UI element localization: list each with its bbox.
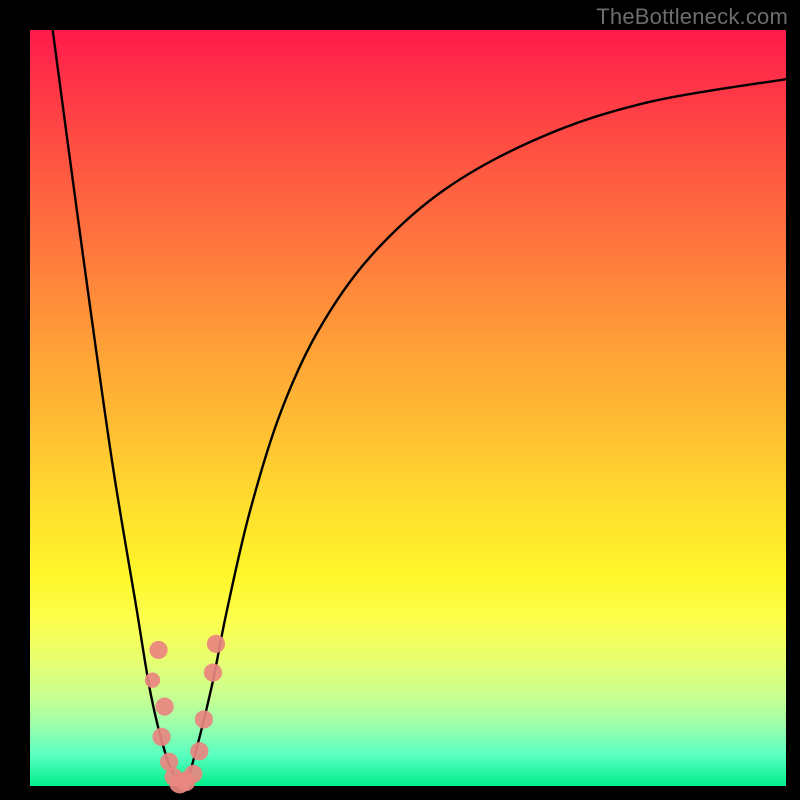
plot-area — [30, 30, 786, 786]
chart-frame: TheBottleneck.com — [0, 0, 800, 800]
data-marker — [204, 664, 222, 682]
data-marker — [149, 641, 167, 659]
bottleneck-curve-path — [53, 30, 786, 784]
data-marker — [152, 728, 170, 746]
chart-svg — [30, 30, 786, 786]
data-marker — [155, 698, 173, 716]
marker-group — [145, 635, 225, 794]
data-marker — [207, 635, 225, 653]
data-marker — [190, 742, 208, 760]
data-marker — [145, 672, 160, 687]
data-marker — [184, 765, 202, 783]
data-marker — [195, 710, 213, 728]
watermark-text: TheBottleneck.com — [596, 4, 788, 30]
